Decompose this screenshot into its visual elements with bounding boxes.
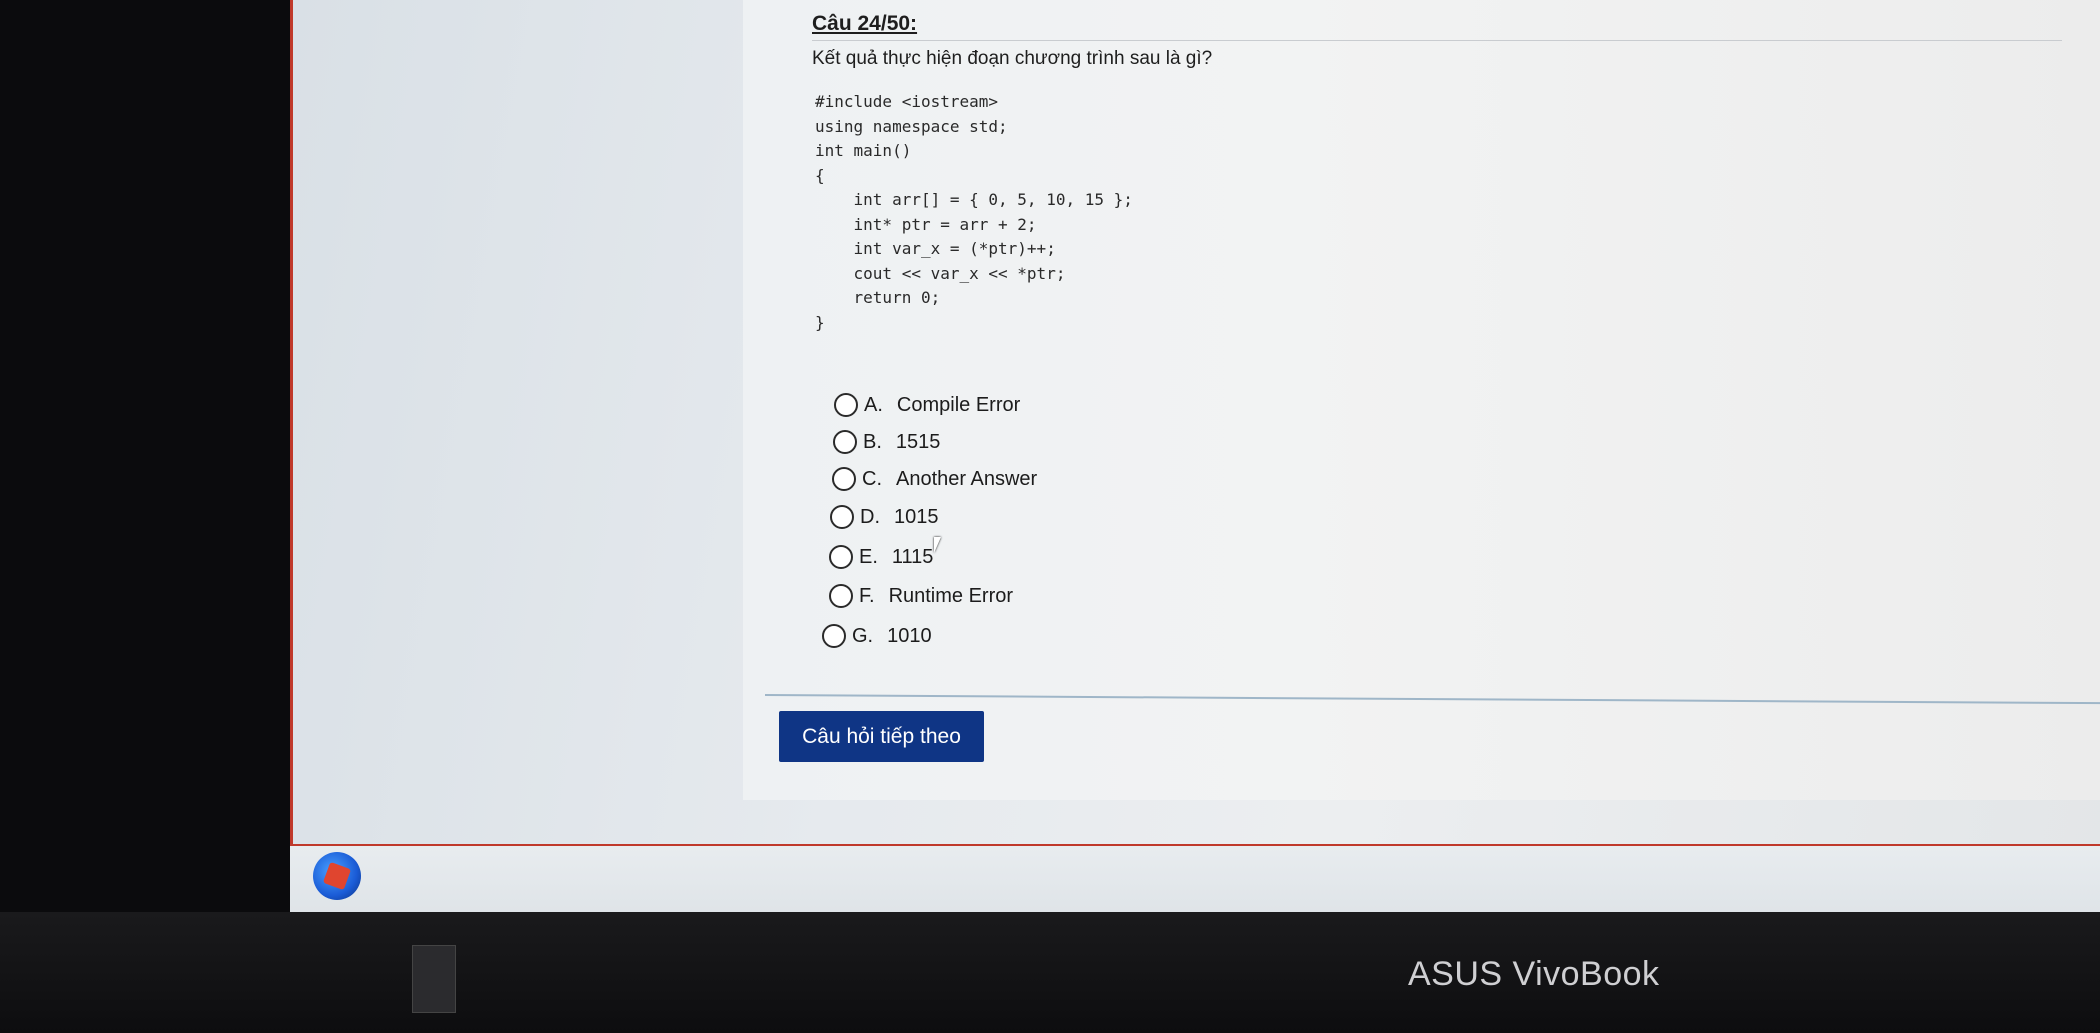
option-d[interactable]: D. 1015 — [830, 505, 939, 529]
option-label: Another Answer — [896, 467, 1038, 490]
option-letter: A. — [864, 393, 883, 416]
taskbar — [290, 846, 2100, 912]
laptop-bezel — [0, 912, 2100, 1033]
option-letter: G. — [852, 624, 874, 647]
option-letter: C. — [862, 467, 882, 490]
radio-icon[interactable] — [822, 624, 846, 648]
option-label: 1515 — [895, 430, 941, 453]
radio-icon[interactable] — [829, 584, 853, 608]
code-snippet: #include <iostream> using namespace std;… — [815, 92, 1133, 332]
option-a[interactable]: A. Compile Error — [834, 393, 1020, 417]
question-number: Câu 24/50: — [812, 12, 918, 35]
next-question-button[interactable]: Câu hỏi tiếp theo — [779, 711, 984, 762]
option-letter: B. — [863, 430, 882, 453]
option-label: Runtime Error — [888, 584, 1014, 607]
radio-icon[interactable] — [833, 430, 857, 454]
radio-icon[interactable] — [830, 505, 854, 529]
option-label: 1015 — [894, 505, 939, 528]
radio-icon[interactable] — [834, 393, 858, 417]
radio-icon[interactable] — [832, 467, 856, 491]
option-c[interactable]: C. Another Answer — [832, 467, 1037, 491]
option-letter: F. — [859, 584, 875, 607]
option-label: Compile Error — [896, 393, 1021, 416]
option-label: 1010 — [887, 624, 932, 647]
laptop-screen — [290, 0, 2100, 912]
laptop-sticker — [412, 945, 456, 1013]
header-divider — [812, 40, 2062, 41]
option-e[interactable]: E. 1115 — [829, 545, 933, 569]
option-letter: D. — [860, 505, 880, 528]
option-f[interactable]: F. Runtime Error — [829, 584, 1013, 608]
option-label: 1115 — [891, 545, 934, 568]
radio-icon[interactable] — [829, 545, 853, 569]
start-orb-icon[interactable] — [313, 852, 361, 900]
option-b[interactable]: B. 1515 — [833, 430, 940, 454]
brand-logo: ASUS VivoBook — [1408, 955, 1660, 993]
option-letter: E. — [859, 545, 878, 568]
mouse-cursor-icon — [934, 537, 948, 553]
option-g[interactable]: G. 1010 — [822, 624, 932, 648]
question-text: Kết quả thực hiện đoạn chương trình sau … — [812, 48, 1213, 69]
